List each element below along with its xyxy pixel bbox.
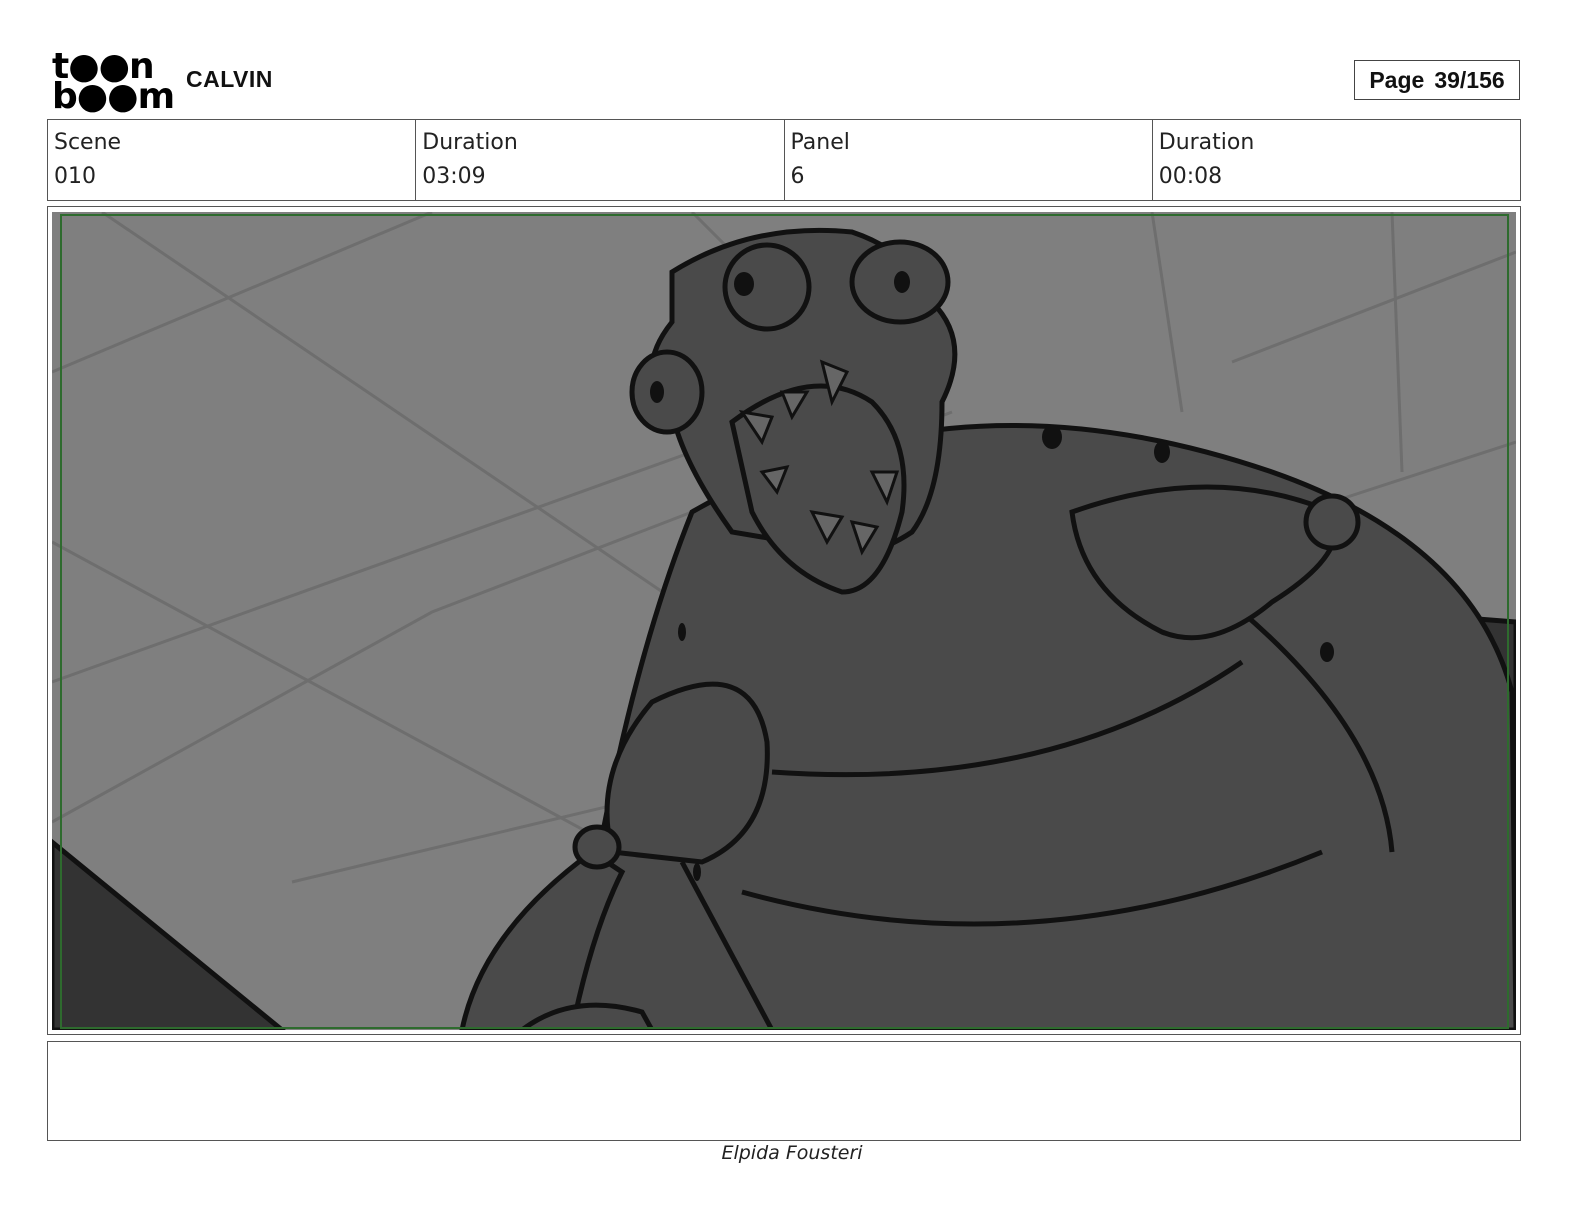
storyboard-panel [47,206,1521,1035]
toonboom-logo: t●●n b●●m [52,49,175,115]
info-label: Scene [54,130,122,155]
page-indicator: Page 39/156 [1354,60,1520,100]
info-value: 6 [790,164,805,189]
panel-notes-box [47,1041,1521,1141]
info-value: 010 [54,164,96,189]
project-title: CALVIN [186,66,273,92]
info-label: Duration [1158,130,1255,155]
info-label: Duration [422,130,518,155]
info-label: Panel [790,130,850,155]
scene-info-table: Scene 010 Duration 03:09 Panel 6 Duratio… [47,119,1521,201]
info-cell-scene-duration: Duration 03:09 [416,120,785,200]
info-value: 00:08 [1158,164,1223,189]
panel-drawing [52,212,1516,1030]
info-cell-scene: Scene 010 [48,120,417,200]
author-credit: Elpida Fousteri [721,1142,863,1164]
page-label: Page [1369,66,1425,93]
info-value: 03:09 [422,164,486,189]
logo-line-2: b●●m [52,76,175,117]
page-number: 39/156 [1434,66,1505,93]
info-cell-panel-duration: Duration 00:08 [1153,120,1520,200]
robot-sketch [52,212,1516,1030]
info-cell-panel: Panel 6 [785,120,1153,200]
